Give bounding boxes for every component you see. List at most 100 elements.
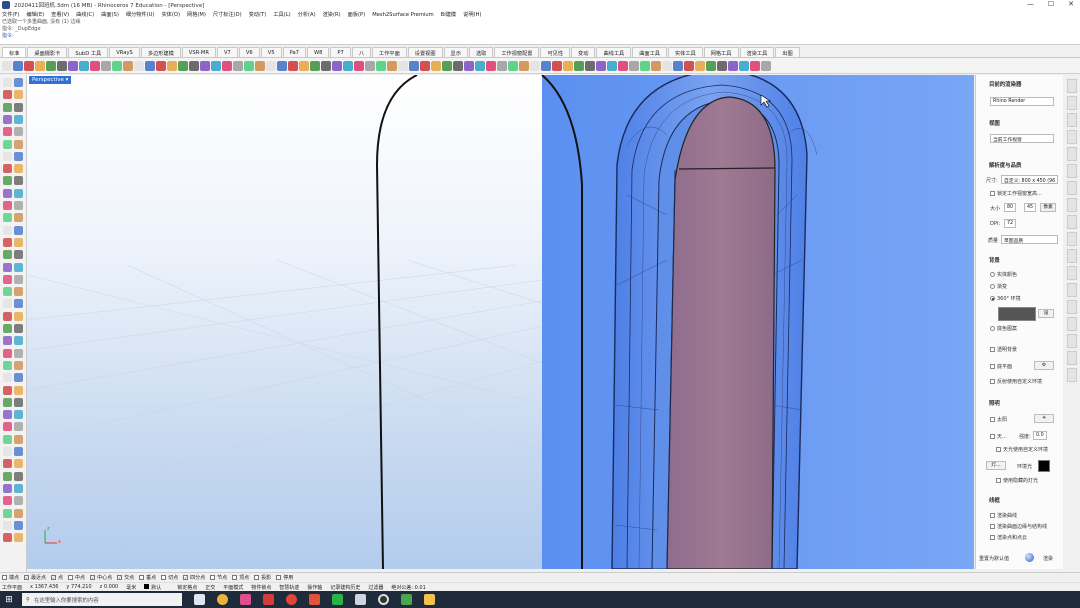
side-tool-icon[interactable] — [3, 508, 12, 518]
side-tool-icon[interactable] — [14, 471, 23, 481]
side-tool-icon[interactable] — [3, 225, 12, 235]
side-panel-tab[interactable] — [1067, 283, 1077, 297]
side-tool-icon[interactable] — [3, 299, 12, 309]
env-color-swatch[interactable] — [1038, 460, 1050, 472]
side-tool-icon[interactable] — [3, 385, 12, 395]
status-osnap[interactable]: 物件锁点 — [251, 584, 271, 591]
osnap-checkbox[interactable] — [161, 575, 167, 580]
reset-defaults-button[interactable]: 重置为默认值 — [979, 555, 1009, 562]
toolbar-tool-icon[interactable] — [2, 60, 12, 71]
toolbar-tool-icon[interactable] — [706, 60, 716, 71]
toolbar-tool-icon[interactable] — [673, 60, 683, 71]
reflect-custom-checkbox[interactable] — [990, 379, 995, 384]
environment-swatch[interactable] — [998, 307, 1036, 321]
side-panel-tab[interactable] — [1067, 215, 1077, 229]
menu-file[interactable]: 文件(F) — [2, 11, 19, 18]
osnap-option[interactable]: 节点 — [210, 574, 227, 581]
toolbar-tool-icon[interactable] — [266, 60, 276, 71]
menu-edit[interactable]: 编辑(E) — [26, 11, 44, 18]
section-background[interactable]: 背景 — [989, 256, 1000, 264]
side-tool-icon[interactable] — [14, 324, 23, 333]
app-icon-round[interactable] — [378, 594, 389, 605]
side-tool-icon[interactable] — [14, 176, 23, 186]
hidden-lights-checkbox[interactable] — [996, 478, 1001, 483]
section-lighting[interactable]: 照明 — [989, 399, 1000, 407]
osnap-option[interactable]: 投影 — [254, 574, 271, 581]
osnap-checkbox[interactable] — [254, 575, 260, 580]
tab-w8[interactable]: W8 — [306, 47, 330, 57]
side-panel-tab[interactable] — [1067, 266, 1077, 280]
side-tool-icon[interactable] — [3, 139, 12, 149]
minimize-button[interactable]: — — [1027, 0, 1034, 8]
side-tool-icon[interactable] — [14, 410, 23, 420]
status-filter[interactable]: 过滤器 — [368, 584, 383, 591]
side-tool-icon[interactable] — [3, 447, 12, 456]
toolbar-tool-icon[interactable] — [277, 60, 287, 71]
side-panel-tab[interactable] — [1067, 96, 1077, 110]
toolbar-tool-icon[interactable] — [365, 60, 375, 71]
side-tool-icon[interactable] — [3, 373, 12, 383]
toolbar-tool-icon[interactable] — [24, 60, 34, 71]
osnap-option[interactable]: ✓ 最近点 — [24, 574, 46, 581]
folder-icon[interactable] — [424, 594, 435, 605]
osnap-option[interactable]: ✓ 四分点 — [183, 574, 205, 581]
toolbar-tool-icon[interactable] — [145, 60, 155, 71]
tab-vsr-mr[interactable]: VSR-MR — [181, 47, 216, 57]
skylight-intensity-input[interactable]: 0.0 — [1033, 431, 1047, 440]
side-tool-icon[interactable] — [14, 336, 23, 346]
status-layer[interactable]: 默认 — [144, 583, 169, 591]
tab-v5[interactable]: V5 — [260, 47, 282, 57]
side-panel-tab[interactable] — [1067, 79, 1077, 93]
toolbar-tool-icon[interactable] — [321, 60, 331, 71]
toolbar-tool-icon[interactable] — [684, 60, 694, 71]
side-tool-icon[interactable] — [14, 434, 23, 444]
side-tool-icon[interactable] — [3, 360, 12, 370]
side-tool-icon[interactable] — [14, 373, 23, 383]
side-tool-icon[interactable] — [14, 496, 23, 506]
tab-eight[interactable]: 八 — [351, 47, 372, 57]
tab-v6[interactable]: V6 — [238, 47, 260, 57]
osnap-option[interactable]: ✓ 交点 — [117, 574, 134, 581]
toolbar-tool-icon[interactable] — [178, 60, 188, 71]
width-input[interactable]: 80 — [1004, 203, 1016, 212]
menu-tools[interactable]: 工具(L) — [273, 11, 290, 18]
side-tool-icon[interactable] — [14, 385, 23, 395]
side-tool-icon[interactable] — [14, 102, 23, 112]
taskbar-search[interactable]: ⚲ 在这里输入你要搜索的内容 — [22, 593, 182, 606]
side-tool-icon[interactable] — [14, 114, 23, 124]
tab-drafting[interactable]: 出图 — [775, 47, 800, 57]
toolbar-tool-icon[interactable] — [596, 60, 606, 71]
osnap-option[interactable]: 停用 — [276, 574, 293, 581]
osnap-checkbox[interactable]: ✓ — [90, 575, 96, 580]
side-tool-icon[interactable] — [14, 262, 23, 272]
toolbar-tool-icon[interactable] — [222, 60, 232, 71]
tab-cplanes[interactable]: 工作平面 — [372, 47, 407, 57]
osnap-option[interactable]: 端点 — [2, 574, 19, 581]
toolbar-tool-icon[interactable] — [123, 60, 133, 71]
toolbar-tool-icon[interactable] — [563, 60, 573, 71]
toolbar-tool-icon[interactable] — [343, 60, 353, 71]
side-panel-tab[interactable] — [1067, 198, 1077, 212]
toolbar-tool-icon[interactable] — [739, 60, 749, 71]
section-linework[interactable]: 线框 — [989, 496, 1000, 504]
side-tool-icon[interactable] — [3, 90, 12, 100]
osnap-checkbox[interactable]: ✓ — [24, 575, 30, 580]
osnap-option[interactable]: 切点 — [161, 574, 178, 581]
app-icon-pink[interactable] — [240, 594, 251, 605]
toolbar-tool-icon[interactable] — [464, 60, 474, 71]
chrome-icon[interactable] — [217, 594, 228, 605]
side-tool-icon[interactable] — [14, 459, 23, 469]
tab-subd-tools[interactable]: SubD 工具 — [68, 47, 109, 57]
side-panel-tab[interactable] — [1067, 164, 1077, 178]
side-tool-icon[interactable] — [3, 397, 12, 407]
menu-subd[interactable]: 细分物件(U) — [126, 11, 155, 18]
render-button[interactable]: 渲染 — [1043, 555, 1053, 562]
toolbar-tool-icon[interactable] — [167, 60, 177, 71]
menu-mesh2surface[interactable]: Mesh2Surface Premium — [372, 12, 433, 18]
bg-360-radio[interactable] — [990, 296, 995, 301]
tab-curve-tools[interactable]: 曲线工具 — [596, 47, 632, 57]
side-tool-icon[interactable] — [3, 324, 12, 333]
render-curves-checkbox[interactable] — [990, 513, 995, 518]
toolbar-tool-icon[interactable] — [728, 60, 738, 71]
side-tool-icon[interactable] — [3, 250, 12, 260]
